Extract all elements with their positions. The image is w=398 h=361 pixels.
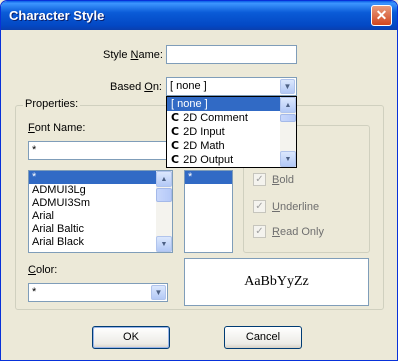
properties-group-label: Properties: <box>23 98 81 110</box>
chevron-down-icon[interactable]: ▼ <box>151 285 166 300</box>
scroll-thumb[interactable] <box>280 114 296 122</box>
font-name-input[interactable]: * <box>28 141 173 160</box>
font-name-label: Font Name: <box>28 122 86 134</box>
dropdown-scrollbar[interactable]: ▲ ▼ <box>280 97 296 167</box>
bold-checkbox-row[interactable]: ✓ Bold <box>253 173 294 186</box>
font-list-scrollbar[interactable]: ▲ ▼ <box>156 171 172 252</box>
based-on-select[interactable]: [ none ] ▼ <box>166 77 297 96</box>
list-item[interactable]: ADMUI3Sm <box>29 197 172 210</box>
bold-label: Bold <box>272 173 295 186</box>
bold-checkbox[interactable]: ✓ <box>253 173 266 186</box>
dialog-title: Character Style <box>9 8 105 23</box>
color-label: Color: <box>28 264 58 276</box>
style-name-input[interactable] <box>166 45 297 64</box>
scroll-thumb[interactable] <box>156 188 172 202</box>
c-style-icon: C <box>171 125 180 138</box>
list-item[interactable]: * <box>29 171 172 184</box>
c-style-icon: C <box>171 139 180 152</box>
cancel-button[interactable]: Cancel <box>224 326 302 349</box>
title-bar[interactable]: Character Style ✕ <box>1 1 397 30</box>
underline-checkbox[interactable]: ✓ <box>253 200 266 213</box>
based-on-value: [ none ] <box>170 80 207 92</box>
underline-checkbox-row[interactable]: ✓ Underline <box>253 200 319 213</box>
dropdown-option[interactable]: [ none ] <box>167 97 296 111</box>
scroll-down-icon[interactable]: ▼ <box>280 151 296 167</box>
color-value: * <box>32 286 37 298</box>
underline-label: Underline <box>272 200 320 213</box>
dropdown-option[interactable]: C 2D Comment <box>167 111 296 125</box>
based-on-dropdown[interactable]: [ none ] C 2D Comment C 2D Input C 2D Math … <box>166 96 297 168</box>
read-only-checkbox-row[interactable]: ✓ Read Only <box>253 225 324 238</box>
style-preview: AaBbYyZz <box>184 258 369 306</box>
list-item[interactable]: Arial <box>29 210 172 223</box>
preview-text: AaBbYyZz <box>244 274 309 289</box>
dropdown-option[interactable]: C 2D Output <box>167 153 296 167</box>
close-icon: ✕ <box>375 7 388 23</box>
character-style-dialog: Character Style ✕ Style Name: Based On: … <box>0 0 398 361</box>
color-select[interactable]: * ▼ <box>28 283 168 302</box>
font-size-list[interactable]: * <box>184 170 233 253</box>
dropdown-option[interactable]: C 2D Math <box>167 139 296 153</box>
read-only-label: Read Only <box>272 225 324 238</box>
list-item[interactable]: Arial Baltic <box>29 223 172 236</box>
list-item[interactable]: Arial Black <box>29 236 172 249</box>
style-name-label: Style Name: <box>103 49 163 61</box>
close-button[interactable]: ✕ <box>371 5 392 26</box>
c-style-icon: C <box>171 153 180 166</box>
c-style-icon: C <box>171 111 180 124</box>
font-name-list[interactable]: * ADMUI3Lg ADMUI3Sm Arial Arial Baltic A… <box>28 170 173 253</box>
list-item[interactable]: * <box>185 171 232 184</box>
scroll-up-icon[interactable]: ▲ <box>280 97 296 113</box>
scroll-down-icon[interactable]: ▼ <box>156 236 172 252</box>
scroll-up-icon[interactable]: ▲ <box>156 171 172 187</box>
ok-button[interactable]: OK <box>92 326 170 349</box>
chevron-down-icon[interactable]: ▼ <box>280 79 295 94</box>
based-on-label: Based On: <box>110 81 162 93</box>
dropdown-option[interactable]: C 2D Input <box>167 125 296 139</box>
read-only-checkbox[interactable]: ✓ <box>253 225 266 238</box>
list-item[interactable]: ADMUI3Lg <box>29 184 172 197</box>
